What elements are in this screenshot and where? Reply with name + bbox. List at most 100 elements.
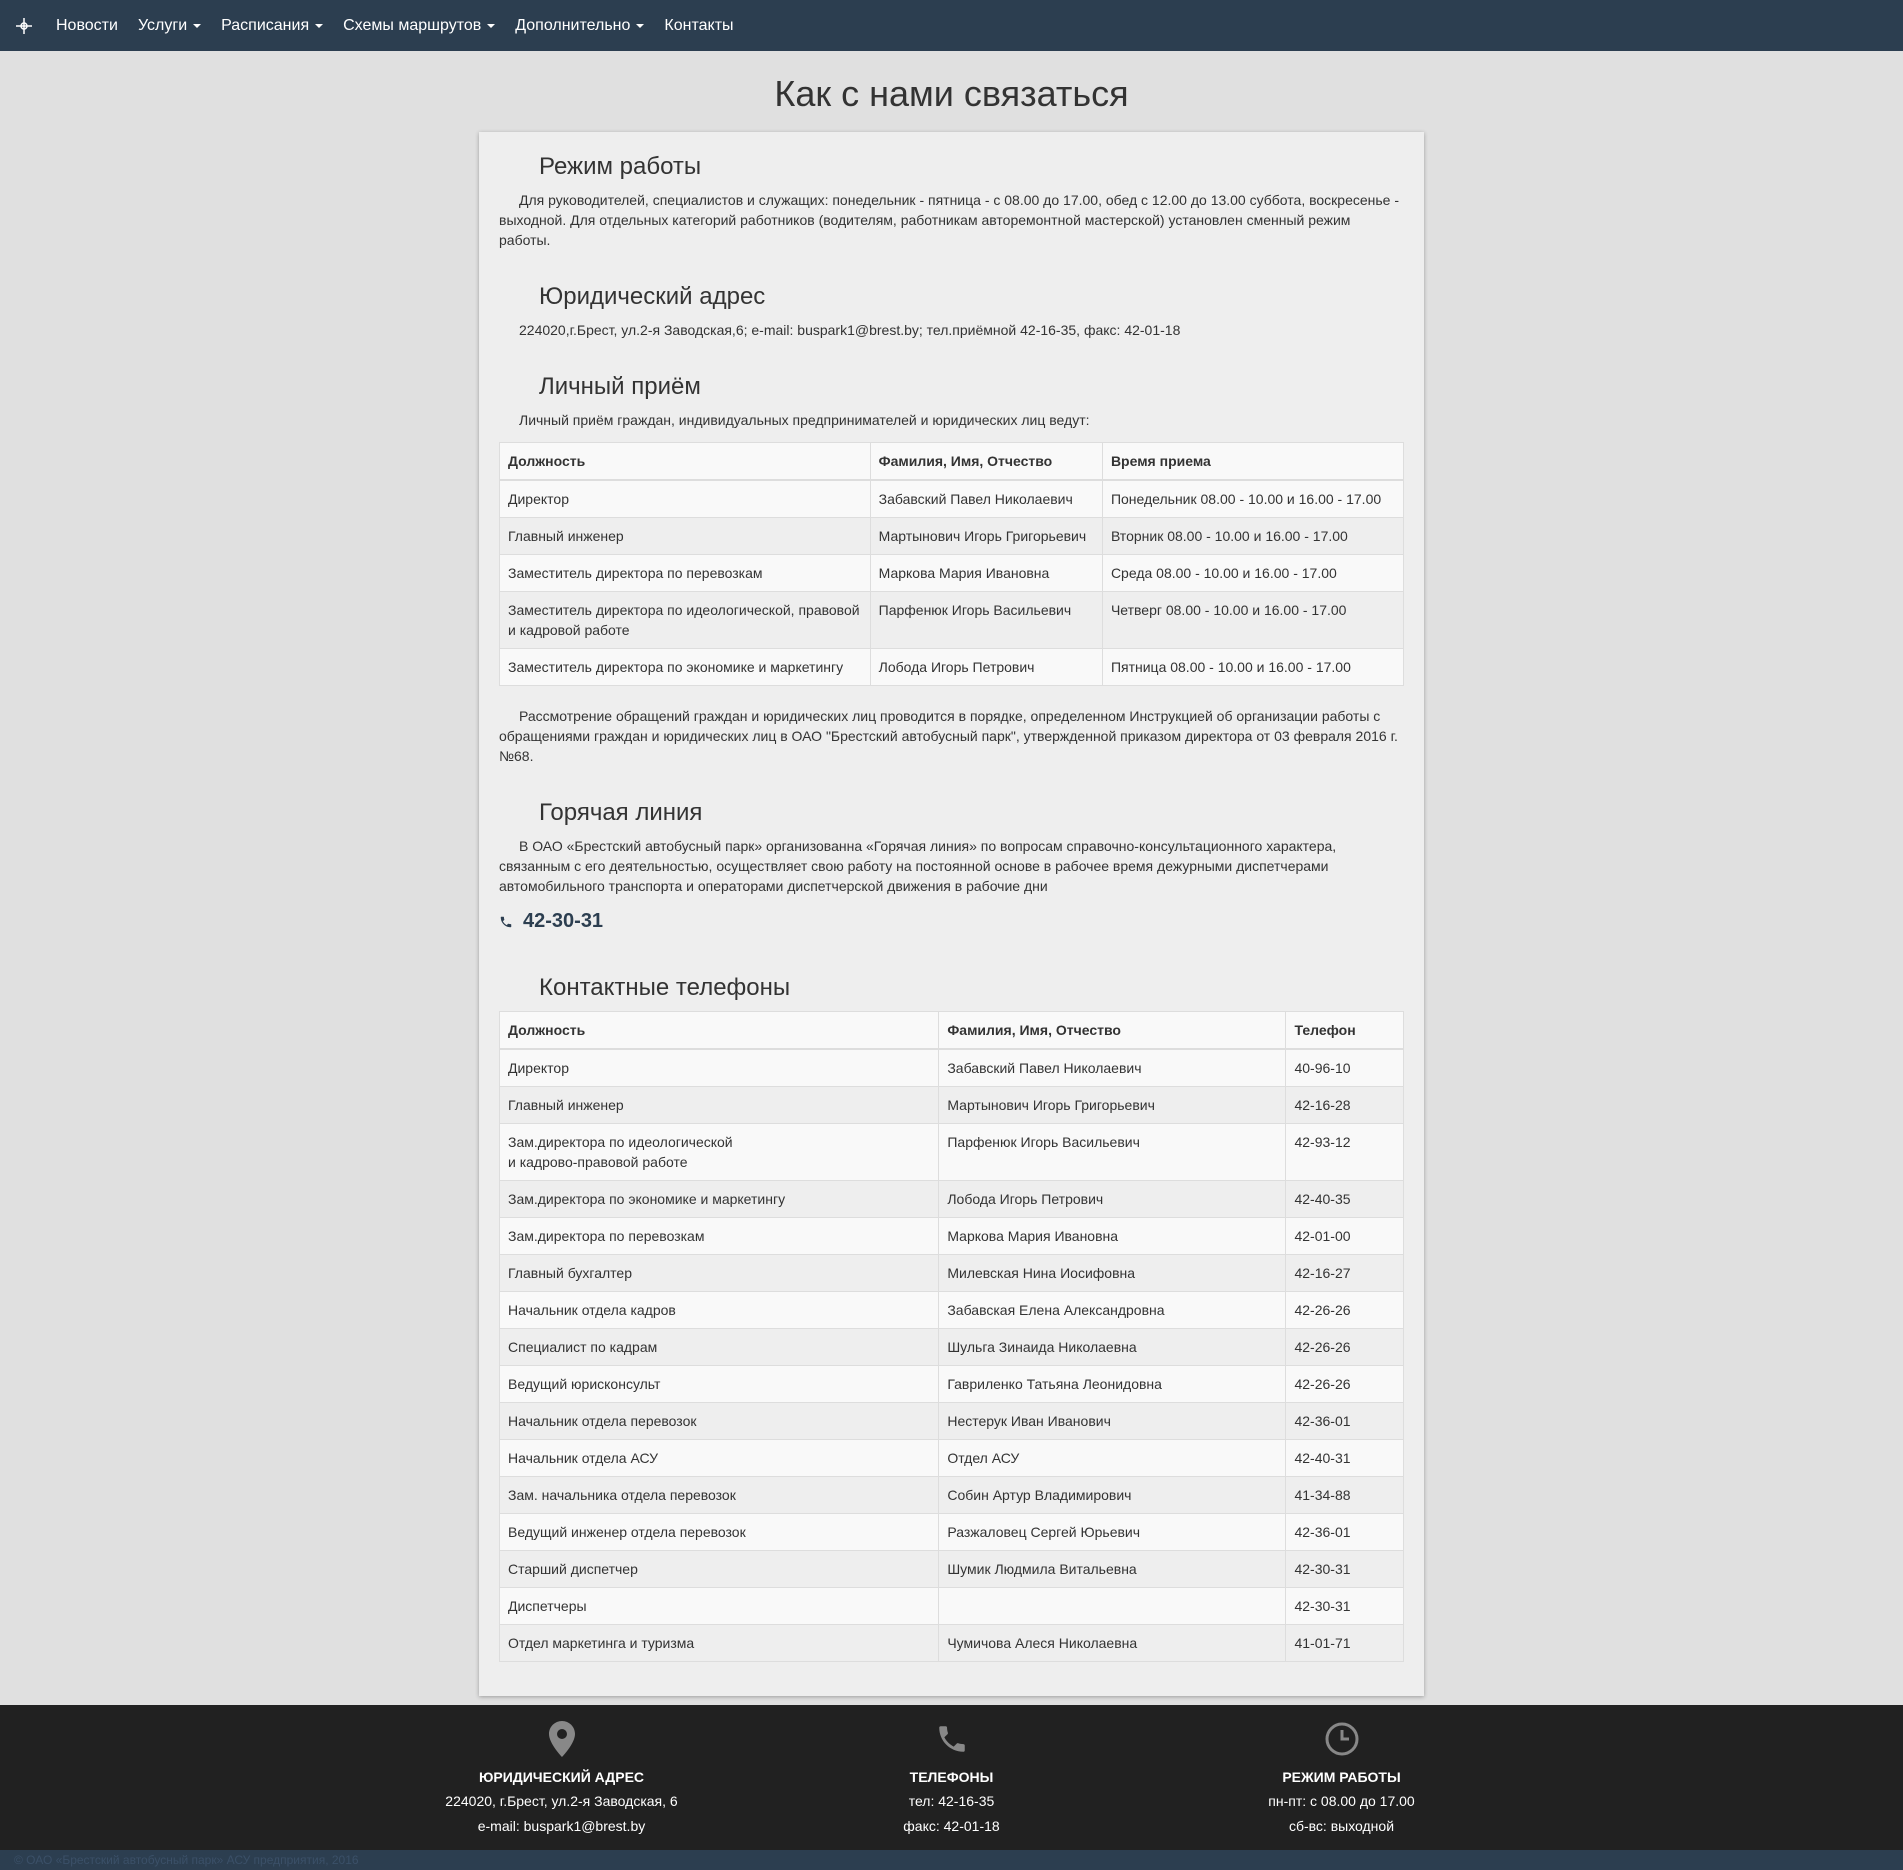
nav-item-label: Схемы маршрутов [343,16,482,34]
nav-item-1[interactable]: Услуги [138,17,202,35]
table-cell: Заместитель директора по экономике и мар… [499,648,871,686]
clock-icon [1147,1719,1537,1759]
reception-note: Рассмотрение обращений граждан и юридиче… [499,708,1398,764]
table-cell: 42-26-26 [1285,1291,1404,1329]
caret-down-icon [315,23,324,28]
footer-phones-line2: факс: 42-01-18 [903,1818,1000,1834]
table-cell: Парфенюк Игорь Васильевич [869,591,1103,649]
reception-heading: Личный приём [539,373,701,400]
page-title: Как с нами связаться [774,73,1129,114]
phone-icon [757,1719,1147,1759]
footer-phones-line1: тел: 42-16-35 [908,1793,995,1809]
table-row: Зам. начальника отдела перевозок Собин Ар… [498,1476,1404,1514]
nav-item-label: Расписания [221,16,310,34]
table-cell: Мартынович Игорь Григорьевич [938,1086,1287,1124]
nav-item-3[interactable]: Схемы маршрутов [343,16,496,35]
table-row: Начальник отдела перевозок Нестерук Иван … [498,1402,1404,1440]
table-cell: Нестерук Иван Иванович [938,1402,1287,1440]
reception-table: Должность Фамилия, Имя, Отчество Время при… [499,442,1405,686]
table-cell: Начальник отдела перевозок [498,1402,940,1440]
hotline-text: В ОАО «Брестский автобусный парк» органи… [499,838,1337,894]
nav-item-label: Новости [56,16,118,34]
table-cell: 42-16-27 [1285,1254,1404,1292]
table-cell: 42-01-00 [1285,1217,1404,1255]
table-cell: Вторник 08.00 - 10.00 и 16.00 - 17.00 [1101,517,1405,555]
table-cell: 42-40-35 [1285,1180,1404,1218]
table-cell: 42-26-26 [1285,1328,1404,1366]
table-cell: Милевская Нина Иосифовна [938,1254,1287,1292]
footer-phones-title: Телефоны [909,1769,994,1785]
table-cell: Зам.директора по экономике и маркетингу [498,1180,940,1218]
table-row: Старший диспетчер Шумик Людмила Витальевн… [498,1550,1404,1588]
table-cell: 42-93-12 [1285,1123,1404,1181]
table-cell: 42-40-31 [1285,1439,1404,1477]
table-cell: Среда 08.00 - 10.00 и 16.00 - 17.00 [1101,554,1405,592]
table-cell: Ведущий инженер отдела перевозок [498,1513,940,1551]
table-row: Заместитель директора по перевозкам Марко… [499,554,1405,592]
footer-hours-line2: сб-вс: выходной [1288,1818,1395,1834]
table-row: Ведущий инженер отдела перевозок Разжалов… [498,1513,1404,1551]
table-cell: Шульга Зинаида Николаевна [938,1328,1287,1366]
nav-item-0[interactable]: Новости [56,17,118,35]
reception-intro: Личный приём граждан, индивидуальных пре… [519,412,1090,428]
footer: Юридический адрес 224020, г.Брест, ул.2-… [0,1705,1903,1850]
footer-hours: Режим работы пн-пт: с 08.00 до 17.00 сб-… [1147,1705,1537,1850]
nav-item-label: Дополнительно [515,16,631,34]
table-cell: Лобода Игорь Петрович [869,648,1103,686]
table-cell: Отдел АСУ [938,1439,1287,1477]
table-row: Зам.директора по идеологической и кадров… [498,1123,1404,1181]
contacts-section: Контактные телефоны Должность Фамилия, Им… [498,973,1404,1662]
table-cell: Главный инженер [498,1086,940,1124]
table-row: Отдел маркетинга и туризма Чумичова Алеся… [498,1624,1404,1662]
table-cell [938,1587,1287,1625]
table-cell: 42-16-28 [1285,1086,1404,1124]
table-cell: Зам.директора по идеологической и кадров… [498,1123,940,1181]
table-cell: 41-34-88 [1285,1476,1404,1514]
footer-address-title: Юридический адрес [478,1769,645,1785]
table-cell: Парфенюк Игорь Васильевич [938,1123,1287,1181]
nav-item-4[interactable]: Дополнительно [515,16,645,35]
table-row: Главный бухгалтер Милевская Нина Иосифовн… [498,1254,1404,1292]
nav-item-2[interactable]: Расписания [221,16,324,35]
table-cell: Пятница 08.00 - 10.00 и 16.00 - 17.00 [1101,648,1405,686]
table-cell: Директор [498,1048,940,1087]
caret-down-icon [636,23,645,28]
table-header-cell: Телефон [1285,1011,1404,1050]
table-cell: Главный инженер [499,517,871,555]
contacts-heading: Контактные телефоны [539,974,791,1001]
contacts-table: Должность Фамилия, Имя, Отчество Телефон Д… [498,1011,1404,1662]
hotline-phone-number[interactable]: 42-30-31 [523,910,603,933]
caret-down-icon [193,23,202,28]
table-cell: Ведущий юрисконсульт [498,1365,940,1403]
table-cell: 41-01-71 [1285,1624,1404,1662]
table-row: Специалист по кадрам Шульга Зинаида Никол… [498,1328,1404,1366]
logo-icon[interactable] [14,16,34,36]
table-cell: Старший диспетчер [498,1550,940,1588]
table-row: Директор Забавский Павел Николаевич 40-96-… [498,1048,1404,1087]
work-mode-section: Режим работы Для руководителей, специали… [499,152,1404,250]
map-marker-icon [367,1719,757,1759]
legal-address-text: 224020,г.Брест, ул.2-я Заводская,6; e-ma… [519,322,1181,338]
table-cell: 42-36-01 [1285,1402,1404,1440]
legal-address-section: Юридический адрес 224020,г.Брест, ул.2-я… [499,282,1404,340]
phone-icon [500,916,512,927]
table-cell: 42-30-31 [1285,1550,1404,1588]
table-cell: Собин Артур Владимирович [938,1476,1287,1514]
table-cell: 40-96-10 [1285,1048,1404,1087]
table-cell: Начальник отдела АСУ [498,1439,940,1477]
table-cell: Главный бухгалтер [498,1254,940,1292]
table-cell: Забавский Павел Николаевич [938,1048,1287,1087]
table-cell: Забавский Павел Николаевич [869,479,1103,518]
table-row: Диспетчеры 42-30-31 [498,1587,1404,1625]
table-cell: Четверг 08.00 - 10.00 и 16.00 - 17.00 [1101,591,1405,649]
footer-hours-title: Режим работы [1282,1769,1401,1785]
nav-item-label: Контакты [664,16,734,34]
table-cell: Зам.директора по перевозкам [498,1217,940,1255]
table-cell: 42-26-26 [1285,1365,1404,1403]
table-cell: Забавская Елена Александровна [938,1291,1287,1329]
footer-address-line1: 224020, г.Брест, ул.2-я Заводская, 6 [445,1793,678,1809]
nav-item-5[interactable]: Контакты [664,17,733,35]
table-cell: Специалист по кадрам [498,1328,940,1366]
table-cell: Заместитель директора по идеологической,… [499,591,871,649]
work-mode-text: Для руководителей, специалистов и служащ… [499,192,1400,248]
